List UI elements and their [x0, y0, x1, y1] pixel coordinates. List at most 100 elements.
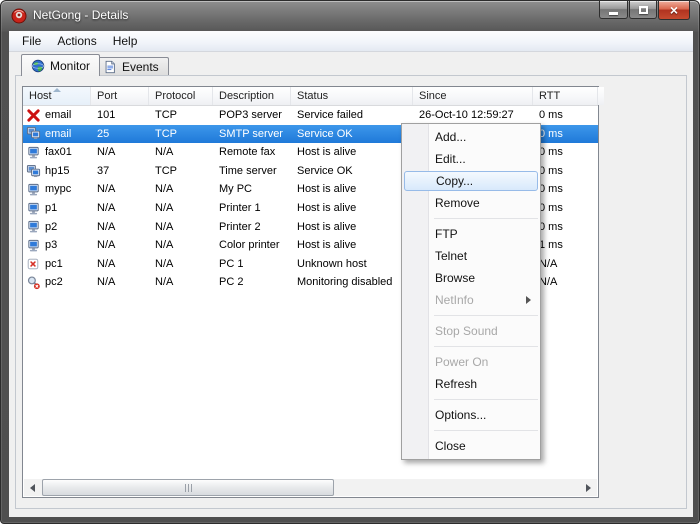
cell-filler: [598, 125, 604, 144]
cell-rtt: 0 ms: [533, 180, 598, 199]
scroll-right-button[interactable]: [580, 479, 597, 496]
cell-port: N/A: [91, 236, 149, 255]
netgong-app-icon[interactable]: [11, 8, 27, 24]
context-menu-item-copy[interactable]: Copy...: [404, 171, 538, 191]
cell-protocol: N/A: [149, 143, 213, 162]
cell-filler: [598, 106, 604, 125]
cell-description: My PC: [213, 180, 291, 199]
menubar: File Actions Help: [9, 31, 693, 52]
cell-protocol: N/A: [149, 255, 213, 274]
context-menu-item-telnet[interactable]: Telnet: [402, 245, 540, 267]
scroll-left-icon: [30, 484, 35, 492]
cell-protocol: TCP: [149, 162, 213, 181]
context-menu-item-refresh[interactable]: Refresh: [402, 373, 540, 395]
cell-status: Service OK: [291, 162, 413, 181]
context-menu-item-remove[interactable]: Remove: [402, 192, 540, 214]
column-header-rtt[interactable]: RTT: [533, 87, 598, 105]
menu-item-label: Refresh: [435, 377, 477, 391]
cell-protocol: TCP: [149, 125, 213, 144]
tab-events[interactable]: Events: [93, 57, 169, 76]
pc-icon: [26, 145, 41, 160]
cell-status: Host is alive: [291, 199, 413, 218]
column-header-protocol[interactable]: Protocol: [149, 87, 213, 105]
cell-status: Host is alive: [291, 236, 413, 255]
failed-x-icon: [26, 108, 41, 123]
cell-filler: [598, 273, 604, 292]
menu-item-label: Stop Sound: [435, 324, 498, 338]
cell-port: N/A: [91, 143, 149, 162]
cell-description: Printer 1: [213, 199, 291, 218]
context-menu-item-ftp[interactable]: FTP: [402, 223, 540, 245]
minimize-button[interactable]: [599, 1, 628, 19]
dual-pc-icon: [26, 164, 41, 179]
cell-filler: [598, 218, 604, 237]
menu-item-label: Remove: [435, 196, 480, 210]
cell-filler: [598, 199, 604, 218]
cell-description: SMTP server: [213, 125, 291, 144]
context-menu-item-add[interactable]: Add...: [402, 126, 540, 148]
menu-actions[interactable]: Actions: [49, 32, 104, 50]
cell-status: Host is alive: [291, 218, 413, 237]
cell-rtt: N/A: [533, 255, 598, 274]
context-menu-item-edit[interactable]: Edit...: [402, 148, 540, 170]
host-row-email-0[interactable]: email101TCPPOP3 serverService failed26-O…: [23, 106, 598, 125]
menu-help[interactable]: Help: [105, 32, 146, 50]
tabstrip: Monitor Events: [9, 53, 693, 76]
menu-item-label: Telnet: [435, 249, 467, 263]
cell-filler: [598, 162, 604, 181]
menu-item-label: Add...: [435, 130, 466, 144]
cell-status: Monitoring disabled: [291, 273, 413, 292]
context-menu-item-browse[interactable]: Browse: [402, 267, 540, 289]
cell-status: Unknown host: [291, 255, 413, 274]
column-header-host[interactable]: Host: [23, 87, 91, 105]
pc-icon: [26, 238, 41, 253]
cell-port: 101: [91, 106, 149, 125]
context-menu-item-netinfo: NetInfo: [402, 289, 540, 311]
pc-icon: [26, 201, 41, 216]
cell-host: pc2: [23, 273, 91, 292]
cell-protocol: N/A: [149, 199, 213, 218]
cell-host: mypc: [23, 180, 91, 199]
column-header-since[interactable]: Since: [413, 87, 533, 105]
cell-rtt: 0 ms: [533, 218, 598, 237]
column-header-description[interactable]: Description: [213, 87, 291, 105]
context-menu-item-close[interactable]: Close: [402, 435, 540, 457]
column-header-filler: [598, 87, 604, 105]
close-button[interactable]: ×: [658, 1, 690, 20]
titlebar: NetGong - Details ×: [1, 1, 699, 31]
document-icon: [103, 60, 117, 74]
column-header-port[interactable]: Port: [91, 87, 149, 105]
menu-item-label: Edit...: [435, 152, 466, 166]
tab-monitor-label: Monitor: [50, 59, 90, 73]
cell-protocol: N/A: [149, 180, 213, 199]
menu-file[interactable]: File: [14, 32, 49, 50]
scroll-thumb[interactable]: [42, 479, 334, 496]
menu-separator: [434, 315, 538, 316]
app-window: NetGong - Details × File Actions Help Mo…: [0, 0, 700, 524]
pc-icon: [26, 219, 41, 234]
host-name: email: [45, 125, 71, 144]
cell-status: Service OK: [291, 125, 413, 144]
cell-port: 37: [91, 162, 149, 181]
cell-description: POP3 server: [213, 106, 291, 125]
host-name: hp15: [45, 162, 69, 181]
submenu-arrow-icon: [526, 296, 531, 304]
cell-status: Host is alive: [291, 180, 413, 199]
sort-ascending-icon: [53, 88, 61, 92]
cell-description: PC 2: [213, 273, 291, 292]
host-name: email: [45, 106, 71, 125]
cell-rtt: 0 ms: [533, 199, 598, 218]
context-menu-item-power-on: Power On: [402, 351, 540, 373]
h-scrollbar[interactable]: [24, 479, 597, 496]
column-header-status[interactable]: Status: [291, 87, 413, 105]
cell-port: N/A: [91, 255, 149, 274]
cell-port: N/A: [91, 199, 149, 218]
tab-monitor[interactable]: Monitor: [21, 54, 100, 76]
context-menu-item-options[interactable]: Options...: [402, 404, 540, 426]
maximize-button[interactable]: [629, 1, 657, 19]
thumb-grip-icon: [191, 484, 192, 492]
cell-rtt: 0 ms: [533, 162, 598, 181]
cell-description: PC 1: [213, 255, 291, 274]
menu-item-label: Copy...: [436, 174, 473, 188]
scroll-left-button[interactable]: [24, 479, 41, 496]
